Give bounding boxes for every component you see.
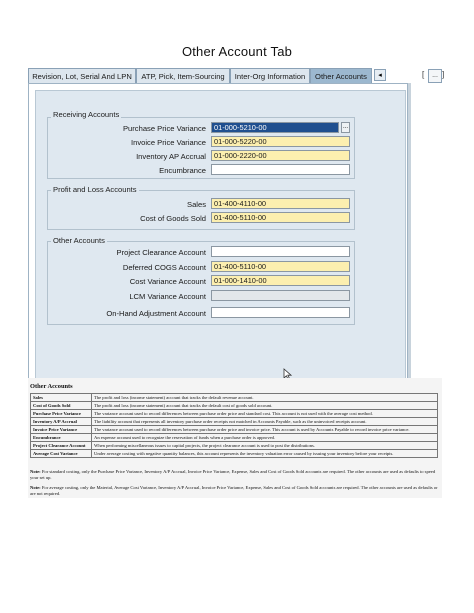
- tab-scroll-left-icon[interactable]: ◂: [374, 69, 386, 81]
- tab-inter-org-information[interactable]: Inter-Org Information: [230, 68, 310, 83]
- term-cell: Inventory A/P Accrual: [30, 417, 92, 426]
- ppv-field[interactable]: 01-000-5210-00: [211, 122, 339, 133]
- account-definitions-table: Sales The profit and loss (income stateme…: [30, 393, 438, 458]
- lcm-variance-label: LCM Variance Account: [129, 292, 206, 301]
- encumbrance-field[interactable]: [211, 164, 350, 175]
- cogs-label: Cost of Goods Sold: [140, 214, 206, 223]
- definition-cell: When performing miscellaneous issues to …: [91, 441, 438, 450]
- tab-more-close-bracket: ]: [442, 70, 445, 79]
- tab-revision-lot-serial[interactable]: Revision, Lot, Serial And LPN: [28, 68, 136, 83]
- ppv-label: Purchase Price Variance: [122, 124, 206, 133]
- note-label: Note:: [30, 469, 41, 474]
- project-clearance-label: Project Clearance Account: [116, 248, 207, 257]
- lcm-variance-field: [211, 290, 350, 301]
- receiving-accounts-title: Receiving Accounts: [51, 110, 122, 119]
- cost-variance-field[interactable]: 01-000-1410-00: [211, 275, 350, 286]
- term-cell: Project Clearance Account: [30, 441, 92, 450]
- onhand-adjustment-label: On-Hand Adjustment Account: [106, 309, 206, 318]
- note-label: Note:: [30, 485, 41, 490]
- table-row: Cost of Goods Sold The profit and loss (i…: [30, 401, 438, 410]
- table-row: Project Clearance Account When performing…: [30, 441, 438, 450]
- term-cell: Purchase Price Variance: [30, 409, 92, 418]
- deferred-cogs-field[interactable]: 01-400-5110-00: [211, 261, 350, 272]
- term-cell: Average Cost Variance: [30, 449, 92, 458]
- cost-variance-label: Cost Variance Account: [129, 277, 206, 286]
- sales-label: Sales: [187, 200, 206, 209]
- encumbrance-label: Encumbrance: [159, 166, 206, 175]
- doc-heading: Other Accounts: [30, 383, 73, 390]
- page-title: Other Account Tab: [181, 44, 293, 59]
- table-row: Encumbrance An expense account used to re…: [30, 433, 438, 442]
- sales-field[interactable]: 01-400-4110-00: [211, 198, 350, 209]
- note-average-costing: Note: For average costing, only the Mate…: [30, 485, 440, 497]
- note-text: For average costing, only the Material, …: [30, 485, 438, 496]
- note-text: For standard costing, only the Purchase …: [30, 469, 436, 480]
- list-of-values-button[interactable]: ...: [341, 122, 350, 133]
- inventory-ap-accrual-field[interactable]: 01-000-2220-00: [211, 150, 350, 161]
- ipv-field[interactable]: 01-000-5220-00: [211, 136, 350, 147]
- inventory-ap-accrual-label: Inventory AP Accrual: [136, 152, 206, 161]
- tab-more-open-bracket: [: [422, 70, 425, 79]
- tab-strip: Revision, Lot, Serial And LPN ATP, Pick,…: [28, 68, 445, 84]
- project-clearance-field[interactable]: [211, 246, 350, 257]
- onhand-adjustment-field[interactable]: [211, 307, 350, 318]
- cogs-field[interactable]: 01-400-5110-00: [211, 212, 350, 223]
- other-accounts-title: Other Accounts: [51, 236, 107, 245]
- tab-atp-pick-sourcing[interactable]: ATP, Pick, Item-Sourcing: [136, 68, 230, 83]
- term-cell: Sales: [30, 393, 92, 402]
- profit-loss-accounts-title: Profit and Loss Accounts: [51, 185, 139, 194]
- deferred-cogs-label: Deferred COGS Account: [122, 263, 206, 272]
- note-standard-costing: Note: For standard costing, only the Pur…: [30, 469, 440, 481]
- term-cell: Encumbrance: [30, 433, 92, 442]
- table-row: Sales The profit and loss (income stateme…: [30, 393, 438, 402]
- table-row: Inventory A/P Accrual The liability accou…: [30, 417, 438, 426]
- definition-cell: The variance account used to record diff…: [91, 425, 438, 434]
- table-row: Purchase Price Variance The variance acco…: [30, 409, 438, 418]
- definition-cell: The variance account used to record diff…: [91, 409, 438, 418]
- term-cell: Cost of Goods Sold: [30, 401, 92, 410]
- tab-other-accounts[interactable]: Other Accounts: [310, 68, 372, 83]
- term-cell: Invoice Price Variance: [30, 425, 92, 434]
- definition-cell: The profit and loss (income statement) a…: [91, 401, 438, 410]
- tab-more-button[interactable]: ...: [428, 69, 442, 83]
- definition-cell: The profit and loss (income statement) a…: [91, 393, 438, 402]
- definition-cell: The liability account that represents al…: [91, 417, 438, 426]
- table-row: Invoice Price Variance The variance accou…: [30, 425, 438, 434]
- definition-cell: An expense account used to recognize the…: [91, 433, 438, 442]
- ipv-label: Invoice Price Variance: [131, 138, 206, 147]
- profit-loss-accounts-group: [47, 190, 355, 230]
- table-row: Average Cost Variance Under average costi…: [30, 449, 438, 458]
- panel-scrollbar[interactable]: [408, 83, 411, 380]
- definition-cell: Under average costing with negative quan…: [91, 449, 438, 458]
